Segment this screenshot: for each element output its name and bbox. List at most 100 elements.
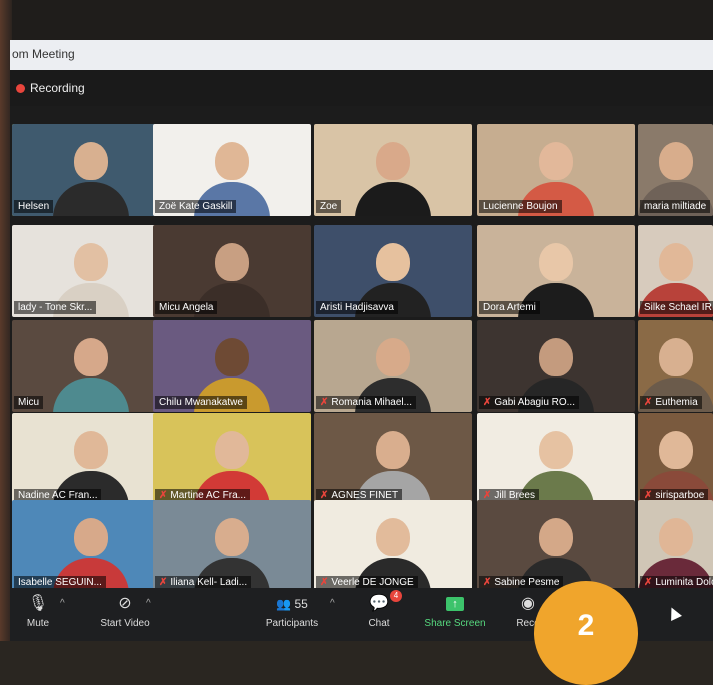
participant-name: Zoe (316, 200, 342, 213)
participant-face (539, 431, 573, 469)
muted-mic-icon: ✗ (644, 577, 653, 588)
participant-name-text: Luminita Dolo (655, 577, 713, 588)
participant-name-text: Iliana Kell- Ladi... (170, 577, 248, 588)
participant-tile[interactable]: lady - Tone Skr... (12, 225, 170, 317)
participant-face (539, 243, 573, 281)
participant-name: ✗ Romania Mihael... (316, 396, 416, 409)
participant-name: Helsen (14, 200, 54, 213)
participant-tile[interactable]: ✗ Gabi Abagiu RO... (477, 320, 635, 412)
participant-name-text: Zoe (320, 201, 338, 212)
participant-name-text: Aristi Hadjisavva (320, 302, 394, 313)
participant-tile[interactable]: ✗ Jill Brees (477, 413, 635, 505)
participant-name-text: Gabi Abagiu RO... (494, 397, 575, 408)
participant-name-text: Helsen (18, 201, 50, 212)
participant-name: Aristi Hadjisavva (316, 301, 398, 314)
share-screen-icon: ↑ (446, 597, 464, 611)
participant-face (376, 338, 410, 376)
participant-face (658, 518, 693, 556)
participant-tile[interactable]: Nadine AC Fran... (12, 413, 170, 505)
participant-tile[interactable]: ✗ Luminita Dolo (638, 500, 713, 592)
share-screen-label: Share Screen (424, 618, 486, 629)
participant-tile[interactable]: ✗ Martine AC Fra... (153, 413, 311, 505)
participant-face (74, 431, 108, 469)
participant-name: Silke Schael IR (640, 301, 713, 314)
video-off-icon: ⊘ (118, 595, 132, 612)
participant-name-text: Dora Artemi (483, 302, 536, 313)
muted-mic-icon: ✗ (159, 577, 168, 588)
start-video-button[interactable]: ⊘ Start Video (86, 594, 164, 629)
participant-tile[interactable]: ✗ Romania Mihael... (314, 320, 472, 412)
participant-name-text: Isabelle SEGUIN... (18, 577, 102, 588)
participants-label: Participants (265, 618, 319, 629)
participant-face (215, 431, 249, 469)
participant-tile[interactable]: Aristi Hadjisavva (314, 225, 472, 317)
participant-tile[interactable]: Silke Schael IR (638, 225, 713, 317)
participant-name-text: Micu Angela (159, 302, 214, 313)
participant-name-text: lady - Tone Skr... (18, 302, 93, 313)
participant-tile[interactable]: Dora Artemi (477, 225, 635, 317)
participant-face (658, 243, 693, 281)
share-screen-button[interactable]: ↑ Share Screen (420, 594, 490, 629)
participant-tile[interactable]: Helsen (12, 124, 170, 216)
participant-face (215, 338, 249, 376)
participant-tile[interactable]: ✗ AGNES FINET (314, 413, 472, 505)
participants-icon: 👥 55 (276, 597, 308, 611)
participant-tile[interactable]: Chilu Mwanakatwe (153, 320, 311, 412)
participant-name: Dora Artemi (479, 301, 540, 314)
chat-icon: 💬 4 (362, 590, 402, 614)
participant-tile[interactable]: Micu Angela (153, 225, 311, 317)
recording-icon (16, 84, 25, 93)
participant-tile[interactable]: ✗ Sabine Pesme (477, 500, 635, 592)
participant-face (215, 243, 249, 281)
participant-face (539, 142, 573, 180)
participant-tile[interactable]: ✗ sirisparboe (638, 413, 713, 505)
participant-tile[interactable]: ✗ Euthemia (638, 320, 713, 412)
participant-face (376, 142, 410, 180)
participant-name: Lucienne Boujon (479, 200, 562, 213)
participant-tile[interactable]: maria miltiade (638, 124, 713, 216)
participant-face (539, 518, 573, 556)
recording-bar: Recording (10, 70, 713, 106)
participant-face (74, 142, 108, 180)
audio-options-caret[interactable]: ^ (60, 598, 65, 609)
muted-mic-icon: ✗ (320, 577, 329, 588)
video-options-caret[interactable]: ^ (146, 598, 151, 609)
mute-button[interactable]: 🎙 Mute (18, 594, 58, 629)
participant-name-text: Romania Mihael... (331, 397, 412, 408)
participant-name: ✗ Euthemia (640, 396, 702, 409)
participant-name-text: Lucienne Boujon (483, 201, 558, 212)
zoom-window: om Meeting Recording Helsen Zoë Kate Gask… (10, 40, 713, 641)
participant-name: Chilu Mwanakatwe (155, 396, 247, 409)
participant-face (539, 338, 573, 376)
participant-tile[interactable]: ✗ Iliana Kell- Ladi... (153, 500, 311, 592)
participant-tile[interactable]: ✗ Veerle DE JONGE (314, 500, 472, 592)
participant-face (376, 518, 410, 556)
participant-name: ✗ Gabi Abagiu RO... (479, 396, 579, 409)
participant-name: maria miltiade (640, 200, 711, 213)
participant-tile[interactable]: Micu (12, 320, 170, 412)
participant-name-text: Chilu Mwanakatwe (159, 397, 243, 408)
mute-label: Mute (26, 618, 50, 629)
participant-name: Micu Angela (155, 301, 218, 314)
participant-tile[interactable]: Lucienne Boujon (477, 124, 635, 216)
participants-count: 55 (294, 597, 308, 611)
chat-button[interactable]: 💬 4 Chat (362, 590, 402, 629)
participants-options-caret[interactable]: ^ (330, 598, 335, 609)
muted-mic-icon: ✗ (320, 397, 329, 408)
chat-badge: 4 (390, 590, 402, 602)
participants-button[interactable]: 👥 55 Participants (254, 594, 330, 629)
participant-name-text: Veerle DE JONGE (331, 577, 414, 588)
participant-tile[interactable]: Zoë Kate Gaskill (153, 124, 311, 216)
microphone-icon: 🎙 (27, 595, 49, 612)
participant-face (74, 518, 108, 556)
monitor-bezel (0, 0, 713, 40)
participant-name-text: Micu (18, 397, 40, 408)
participant-face (658, 338, 693, 376)
chat-label: Chat (368, 618, 390, 629)
muted-mic-icon: ✗ (483, 397, 492, 408)
participant-tile[interactable]: Zoe (314, 124, 472, 216)
muted-mic-icon: ✗ (483, 577, 492, 588)
participant-name-text: Silke Schael IR (644, 302, 712, 313)
participant-tile[interactable]: Isabelle SEGUIN... (12, 500, 170, 592)
recording-label[interactable]: Recording (30, 81, 85, 95)
